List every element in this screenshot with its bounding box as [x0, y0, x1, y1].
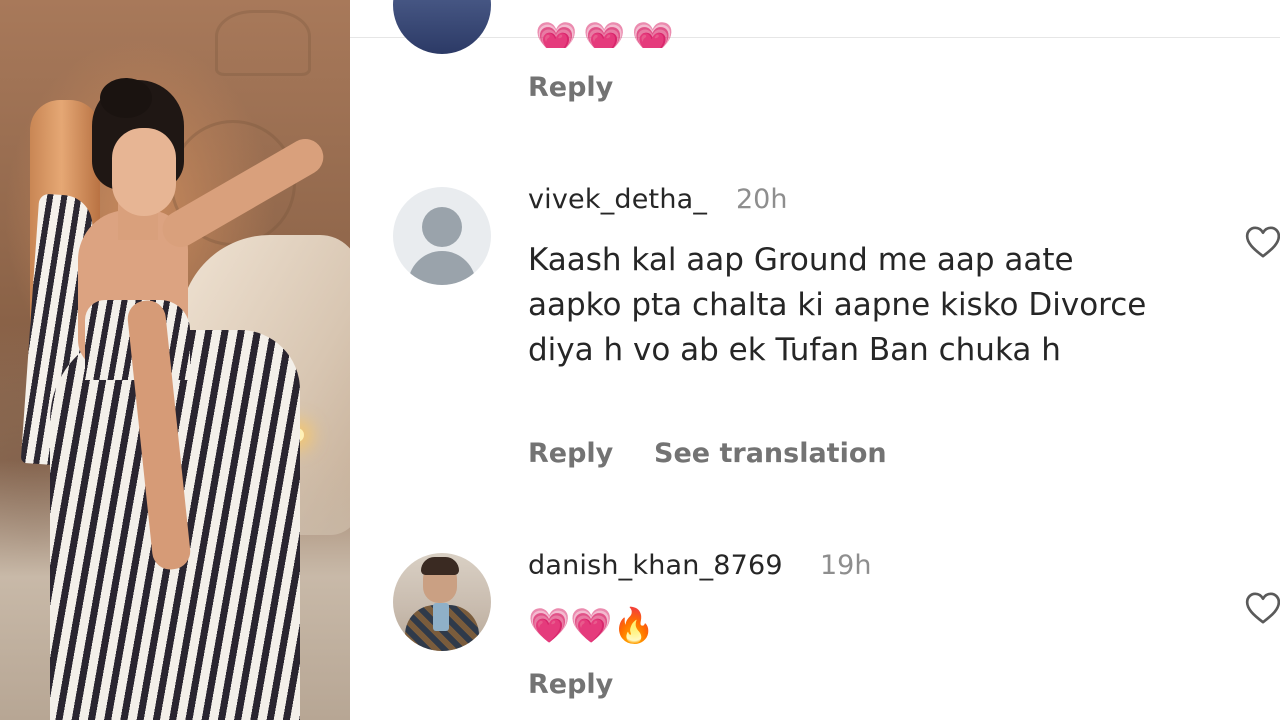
comments-panel: 💗💗💗 Reply vivek_detha_ 20h Kaash kal aap… — [350, 0, 1280, 720]
default-avatar-icon[interactable] — [393, 187, 491, 285]
reply-button[interactable]: Reply — [528, 438, 613, 469]
comment-username[interactable]: vivek_detha_ — [528, 184, 707, 215]
comment-text: Kaash kal aap Ground me aap aate aapko p… — [528, 242, 1147, 368]
phone-icon — [433, 603, 449, 631]
emoji-reaction: 💗💗🔥 — [528, 606, 656, 646]
post-photo — [0, 0, 350, 720]
comment-username[interactable]: danish_khan_8769 — [528, 550, 783, 581]
face — [112, 128, 176, 216]
hair-bun — [100, 78, 152, 118]
heart-outline-icon[interactable] — [1243, 222, 1280, 262]
woman-in-striped-dress — [0, 0, 350, 720]
user-photo-avatar[interactable] — [393, 553, 491, 651]
heart-outline-icon[interactable] — [1243, 588, 1280, 628]
comment-timestamp: 19h — [820, 550, 872, 581]
reply-button[interactable]: Reply — [528, 669, 613, 700]
emoji-reaction: 💗💗💗 — [535, 20, 681, 48]
avatar-head — [422, 207, 462, 247]
reply-button[interactable]: Reply — [528, 72, 613, 103]
see-translation-button[interactable]: See translation — [654, 438, 887, 469]
avatar-hair — [421, 557, 459, 575]
avatar[interactable] — [393, 0, 491, 54]
divider — [350, 37, 1280, 38]
comment-timestamp: 20h — [736, 184, 788, 215]
avatar-shoulders — [408, 251, 476, 285]
